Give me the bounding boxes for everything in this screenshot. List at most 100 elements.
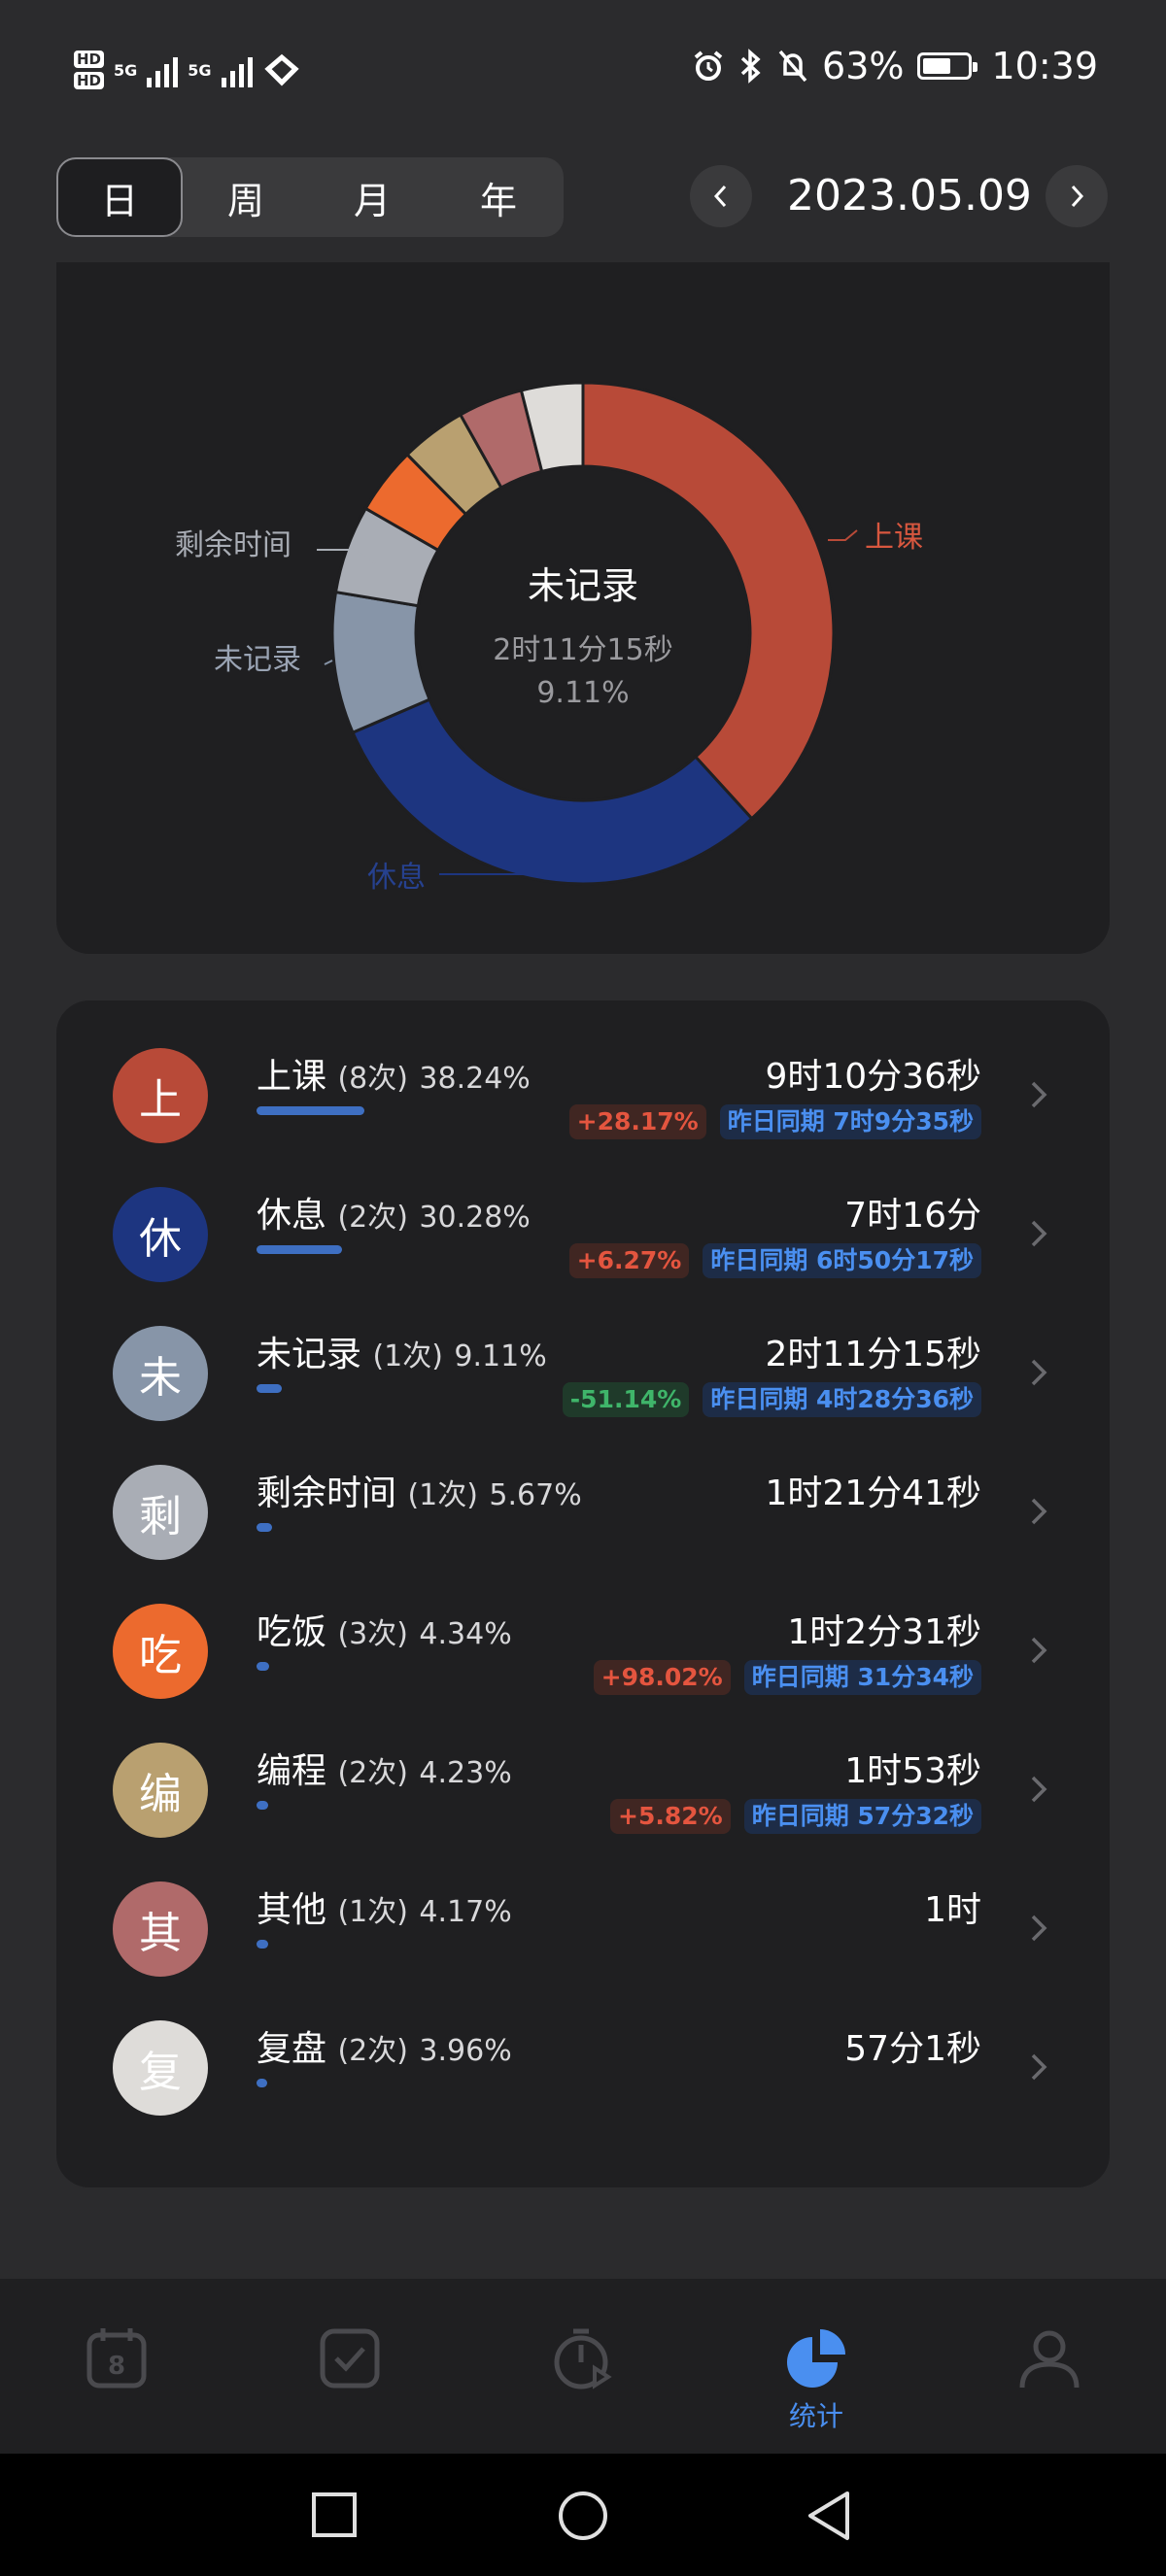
change-badge: -51.14% xyxy=(562,1382,690,1417)
activity-avatar: 吃 xyxy=(113,1604,208,1699)
previous-period-badge: 昨日同期 31分34秒 xyxy=(743,1660,981,1695)
change-badge: +98.02% xyxy=(593,1660,731,1695)
activity-name-line: 其他 (1次) 4.17% xyxy=(257,1881,512,1932)
nav-timer[interactable] xyxy=(466,2279,700,2454)
activity-name: 未记录 xyxy=(257,1335,362,1374)
nav-tasks[interactable] xyxy=(233,2279,466,2454)
activity-name-line: 未记录 (1次) 9.11% xyxy=(257,1326,547,1376)
donut-center-duration: 2时11分15秒 xyxy=(493,633,673,667)
activity-percent: 4.17% xyxy=(419,1895,512,1929)
activity-count: (2次) xyxy=(337,2034,408,2068)
list-item[interactable]: 未未记录 (1次) 9.11% 2时11分15秒 -51.14% 昨日同期 4时28分… xyxy=(56,1305,1110,1443)
activity-share-bar xyxy=(257,1245,342,1254)
activity-share-bar xyxy=(257,1662,269,1671)
activity-name: 其他 xyxy=(257,1890,327,1930)
calendar-icon: 8 xyxy=(86,2328,147,2389)
list-item[interactable]: 编编程 (2次) 4.23% 1时53秒 +5.82% 昨日同期 57分32秒 xyxy=(56,1721,1110,1860)
list-item[interactable]: 吃吃饭 (3次) 4.34% 1时2分31秒 +98.02% 昨日同期 31分34秒 xyxy=(56,1582,1110,1721)
activity-percent: 4.23% xyxy=(419,1756,512,1790)
activity-count: (8次) xyxy=(337,1062,408,1096)
change-badge: +6.27% xyxy=(568,1243,690,1278)
activity-share-bar xyxy=(257,2079,267,2087)
activity-percent: 3.96% xyxy=(419,2034,512,2068)
donut-chart[interactable] xyxy=(0,0,1166,971)
chevron-right-icon xyxy=(1031,1081,1047,1108)
profile-icon xyxy=(1019,2330,1080,2389)
activity-name-line: 复盘 (2次) 3.96% xyxy=(257,2020,512,2071)
slice-label-remaining: 剩余时间 xyxy=(175,528,292,562)
slice-label-unrecorded: 未记录 xyxy=(214,643,301,677)
activity-share-bar xyxy=(257,1384,282,1393)
activity-count: (2次) xyxy=(337,1201,408,1235)
label-leader-line-2 xyxy=(324,660,333,665)
comparison: +28.17% 昨日同期 7时9分35秒 xyxy=(568,1104,981,1139)
comparison: +6.27% 昨日同期 6时50分17秒 xyxy=(568,1243,981,1278)
list-item[interactable]: 复复盘 (2次) 3.96% 57分1秒 xyxy=(56,1999,1110,2138)
nav-stats-label: 统计 xyxy=(788,2400,843,2432)
activity-duration: 1时53秒 xyxy=(844,1751,981,1791)
nav-profile[interactable] xyxy=(933,2279,1166,2454)
donut-center-title: 未记录 xyxy=(527,564,638,607)
checkbox-icon xyxy=(320,2328,380,2389)
previous-period-badge: 昨日同期 6时50分17秒 xyxy=(703,1243,981,1278)
home-button[interactable] xyxy=(557,2490,609,2542)
activity-avatar: 上 xyxy=(113,1048,208,1143)
chevron-right-icon xyxy=(1031,1359,1047,1386)
activity-avatar: 未 xyxy=(113,1326,208,1421)
activity-share-bar xyxy=(257,1106,364,1115)
activity-count: (2次) xyxy=(337,1756,408,1790)
activity-percent: 5.67% xyxy=(489,1478,582,1512)
system-nav-bar xyxy=(0,2454,1166,2576)
chevron-right-icon xyxy=(1031,2053,1047,2081)
change-badge: +5.82% xyxy=(610,1799,731,1834)
donut-center-percent: 9.11% xyxy=(536,676,630,710)
calendar-day: 8 xyxy=(108,2352,125,2381)
chevron-right-icon xyxy=(1031,1637,1047,1664)
activity-share-bar xyxy=(257,1940,268,1949)
activity-name: 上课 xyxy=(257,1057,327,1097)
activity-percent: 38.24% xyxy=(419,1062,531,1096)
list-item[interactable]: 休休息 (2次) 30.28% 7时16分 +6.27% 昨日同期 6时50分17秒 xyxy=(56,1166,1110,1305)
activity-count: (1次) xyxy=(407,1478,478,1512)
chevron-right-icon xyxy=(1031,1220,1047,1247)
activity-share-bar xyxy=(257,1523,272,1532)
slice-label-rest: 休息 xyxy=(367,861,426,895)
pie-chart-icon xyxy=(787,2329,845,2388)
nav-calendar[interactable]: 8 xyxy=(0,2279,233,2454)
activity-avatar: 其 xyxy=(113,1881,208,1977)
chevron-right-icon xyxy=(1031,1915,1047,1942)
activity-name: 休息 xyxy=(257,1196,327,1236)
previous-period-badge: 昨日同期 7时9分35秒 xyxy=(719,1104,981,1139)
activity-count: (1次) xyxy=(372,1339,443,1373)
activity-duration: 57分1秒 xyxy=(844,2029,981,2069)
label-leader-line-0 xyxy=(828,529,858,541)
comparison: +98.02% 昨日同期 31分34秒 xyxy=(593,1660,981,1695)
activity-name-line: 编程 (2次) 4.23% xyxy=(257,1743,512,1793)
list-item[interactable]: 其其他 (1次) 4.17% 1时 xyxy=(56,1860,1110,1999)
activity-percent: 9.11% xyxy=(454,1339,547,1373)
activity-duration: 9时10分36秒 xyxy=(765,1057,981,1097)
recents-button[interactable] xyxy=(309,2490,360,2540)
activity-duration: 1时2分31秒 xyxy=(787,1612,981,1652)
activity-name: 复盘 xyxy=(257,2029,327,2069)
bottom-nav: 8 统计 xyxy=(0,2279,1166,2454)
activity-share-bar xyxy=(257,1801,268,1810)
activity-duration: 7时16分 xyxy=(844,1196,981,1236)
activity-avatar: 剩 xyxy=(113,1465,208,1560)
nav-stats[interactable]: 统计 xyxy=(700,2279,933,2454)
activity-percent: 4.34% xyxy=(419,1617,512,1651)
activity-percent: 30.28% xyxy=(419,1201,531,1235)
timer-icon xyxy=(554,2328,612,2390)
list-item[interactable]: 剩剩余时间 (1次) 5.67% 1时21分41秒 xyxy=(56,1443,1110,1582)
comparison: -51.14% 昨日同期 4时28分36秒 xyxy=(562,1382,981,1417)
change-badge: +28.17% xyxy=(568,1104,706,1139)
activity-avatar: 编 xyxy=(113,1743,208,1838)
comparison: +5.82% 昨日同期 57分32秒 xyxy=(610,1799,981,1834)
activity-name: 编程 xyxy=(257,1751,327,1791)
slice-label-class: 上课 xyxy=(865,521,923,555)
back-button[interactable] xyxy=(805,2490,855,2542)
activity-name-line: 休息 (2次) 30.28% xyxy=(257,1187,531,1237)
list-item[interactable]: 上 上课 (8次) 38.24% 9时10分36秒 +28.17% 昨日同期 7时9分3… xyxy=(56,1027,1110,1166)
activity-name: 剩余时间 xyxy=(257,1474,397,1513)
activity-avatar: 复 xyxy=(113,2020,208,2116)
